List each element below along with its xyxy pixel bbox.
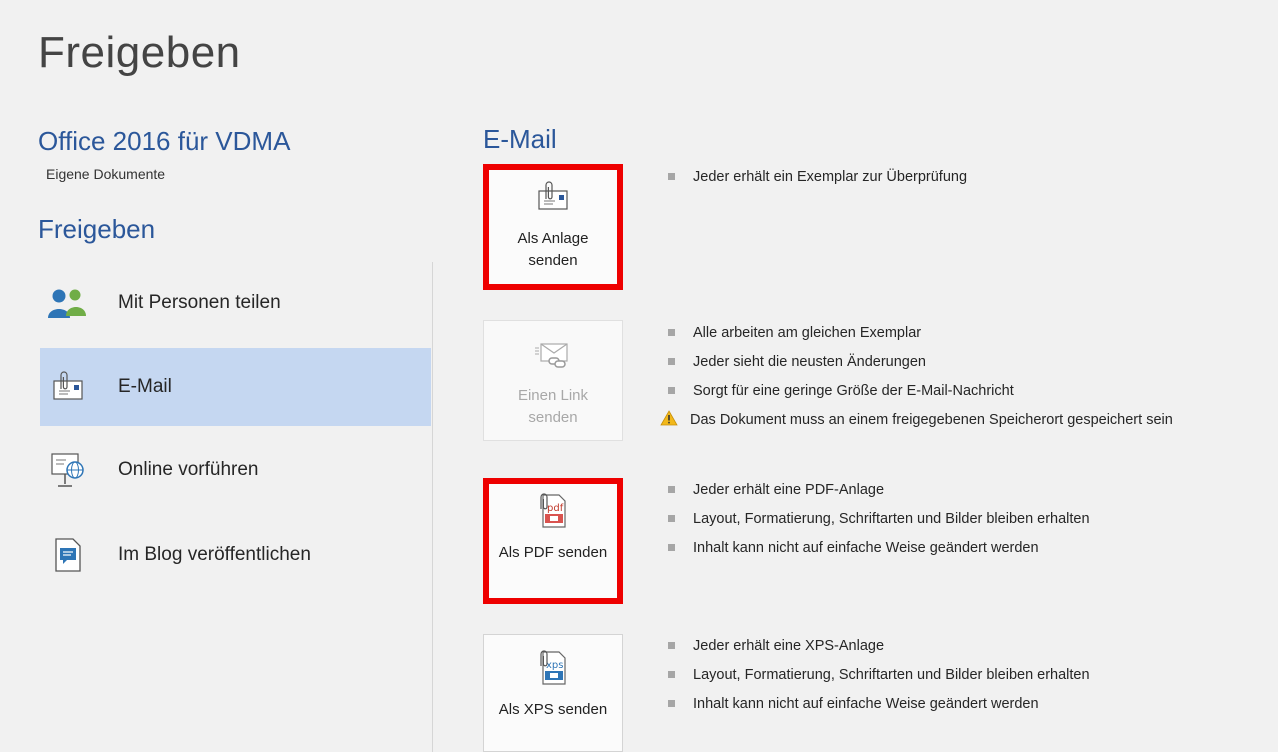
bullet-icon <box>668 387 675 394</box>
list-item: Layout, Formatierung, Schriftarten und B… <box>664 660 1090 689</box>
list-item: Jeder erhält eine XPS-Anlage <box>664 631 1090 660</box>
button-label: Als Anlage senden <box>517 230 589 269</box>
list-item: Inhalt kann nicht auf einfache Weise geä… <box>664 533 1090 562</box>
bullet-icon <box>668 358 675 365</box>
email-section-title: E-Mail <box>483 124 557 154</box>
bullet-icon <box>668 544 675 551</box>
bullet-icon <box>668 642 675 649</box>
warning-icon <box>660 409 678 430</box>
button-label: Als XPS senden <box>498 701 608 718</box>
email-link-icon <box>533 333 573 375</box>
list-item: Inhalt kann nicht auf einfache Weise geä… <box>664 689 1090 718</box>
blog-icon <box>46 535 90 575</box>
list-item: Jeder erhält ein Exemplar zur Überprüfun… <box>664 162 967 191</box>
page-title: Freigeben <box>38 28 241 77</box>
bullet-icon <box>668 173 675 180</box>
button-label: Als PDF senden <box>498 544 608 561</box>
bullet-icon <box>668 486 675 493</box>
nav-item-share-with-people[interactable]: Mit Personen teilen <box>40 264 431 342</box>
nav-label: E-Mail <box>118 376 172 397</box>
pdf-attachment-icon: pdf <box>533 490 573 532</box>
send-link-button[interactable]: Einen Link senden <box>483 320 623 441</box>
document-title: Office 2016 für VDMA <box>38 126 291 156</box>
document-location: Eigene Dokumente <box>46 166 166 182</box>
list-item: Alle arbeiten am gleichen Exemplar <box>664 318 1173 347</box>
list-item: Layout, Formatierung, Schriftarten und B… <box>664 504 1090 533</box>
xps-info-list: Jeder erhält eine XPS-Anlage Layout, For… <box>664 631 1090 718</box>
divider <box>432 262 433 752</box>
nav-label: Online vorführen <box>118 459 259 480</box>
send-as-pdf-button[interactable]: pdf Als PDF senden <box>483 478 623 604</box>
bullet-icon <box>668 515 675 522</box>
list-item: Jeder erhält eine PDF-Anlage <box>664 475 1090 504</box>
send-as-attachment-button[interactable]: Als Anlage senden <box>483 164 623 290</box>
nav-label: Im Blog veröffentlichen <box>118 544 311 565</box>
nav-item-present-online[interactable]: Online vorführen <box>40 431 431 509</box>
people-icon <box>46 283 90 323</box>
bullet-icon <box>668 700 675 707</box>
nav-label: Mit Personen teilen <box>118 292 281 313</box>
svg-text:xps: xps <box>546 660 563 671</box>
button-label: Einen Link senden <box>517 387 589 426</box>
xps-attachment-icon: xps <box>533 647 573 689</box>
list-item: Sorgt für eine geringe Größe der E-Mail-… <box>664 376 1173 405</box>
bullet-icon <box>668 329 675 336</box>
share-section-title: Freigeben <box>38 214 156 244</box>
svg-text:pdf: pdf <box>547 503 564 514</box>
email-attachment-icon <box>46 367 90 407</box>
nav-item-publish-blog[interactable]: Im Blog veröffentlichen <box>40 516 431 594</box>
send-as-xps-button[interactable]: xps Als XPS senden <box>483 634 623 752</box>
bullet-icon <box>668 671 675 678</box>
list-item-warning: Das Dokument muss an einem freigegebenen… <box>660 405 1173 434</box>
pdf-info-list: Jeder erhält eine PDF-Anlage Layout, For… <box>664 475 1090 562</box>
attachment-info-list: Jeder erhält ein Exemplar zur Überprüfun… <box>664 162 967 191</box>
email-attachment-icon <box>533 176 573 218</box>
list-item: Jeder sieht die neusten Änderungen <box>664 347 1173 376</box>
nav-item-email[interactable]: E-Mail <box>40 348 431 426</box>
link-info-list: Alle arbeiten am gleichen Exemplar Jeder… <box>660 318 1173 434</box>
present-online-icon <box>46 450 90 490</box>
